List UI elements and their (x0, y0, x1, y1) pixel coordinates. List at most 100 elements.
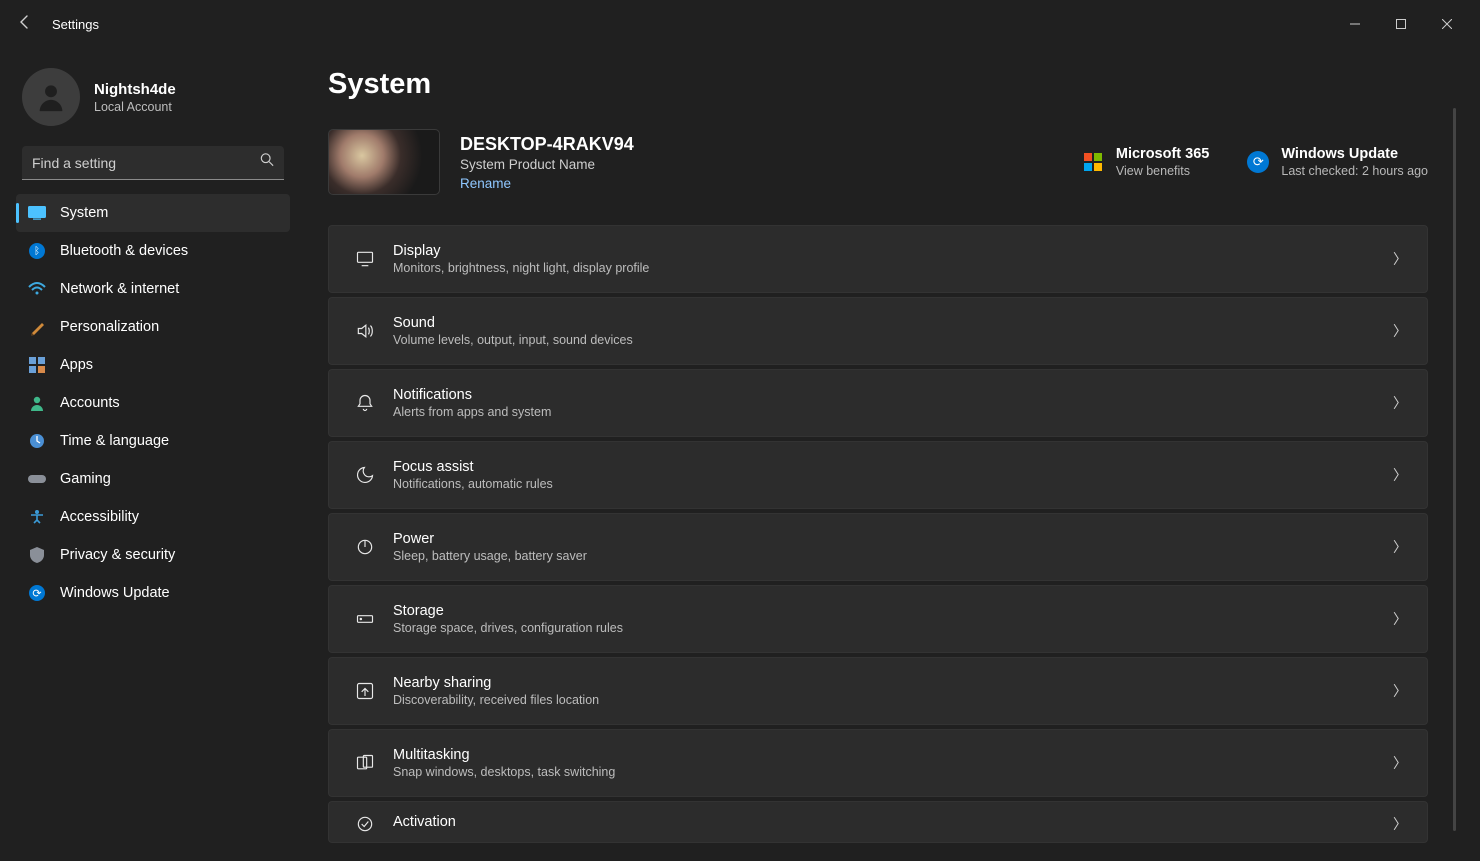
search-input[interactable] (22, 146, 284, 180)
card-title: Notifications (393, 387, 1393, 403)
network-icon (28, 280, 46, 298)
nav-label: Personalization (60, 319, 159, 335)
nav-label: Windows Update (60, 585, 170, 601)
window-close-button[interactable] (1424, 8, 1470, 40)
activation-icon (347, 814, 383, 834)
card-sub: Discoverability, received files location (393, 693, 1393, 707)
card-display[interactable]: Display Monitors, brightness, night light… (328, 225, 1428, 293)
user-profile[interactable]: Nightsh4de Local Account (16, 64, 290, 146)
card-sub: Notifications, automatic rules (393, 477, 1393, 491)
chevron-right-icon: 〉 (1393, 465, 1407, 485)
card-title: Storage (393, 603, 1393, 619)
nav-item-apps[interactable]: Apps (16, 346, 290, 384)
chevron-right-icon: 〉 (1393, 249, 1407, 269)
chevron-right-icon: 〉 (1393, 537, 1407, 557)
card-title: Sound (393, 315, 1393, 331)
card-title: Nearby sharing (393, 675, 1393, 691)
bluetooth-icon: ᛒ (28, 242, 46, 260)
apps-icon (28, 356, 46, 374)
card-sound[interactable]: SoundVolume levels, output, input, sound… (328, 297, 1428, 365)
windows-update-circle-icon: ⟳ (1247, 151, 1269, 173)
microsoft-365-link[interactable]: Microsoft 365 View benefits (1082, 146, 1209, 178)
card-title: Display (393, 243, 1393, 259)
scrollbar[interactable] (1453, 108, 1456, 831)
device-name: DESKTOP-4RAKV94 (460, 134, 634, 155)
page-title: System (328, 68, 1428, 101)
microsoft-365-icon (1082, 151, 1104, 173)
app-title: Settings (52, 17, 99, 32)
card-title: Activation (393, 814, 1393, 830)
titlebar: Settings (0, 0, 1480, 48)
card-title: Power (393, 531, 1393, 547)
card-notifications[interactable]: NotificationsAlerts from apps and system… (328, 369, 1428, 437)
card-title: Multitasking (393, 747, 1393, 763)
nav-label: Apps (60, 357, 93, 373)
notifications-icon (347, 393, 383, 413)
user-name: Nightsh4de (94, 81, 176, 98)
card-sub: Monitors, brightness, night light, displ… (393, 261, 1393, 275)
system-icon (28, 204, 46, 222)
search-icon (260, 153, 274, 172)
card-sub: Storage space, drives, configuration rul… (393, 621, 1393, 635)
windows-update-sub: Last checked: 2 hours ago (1281, 164, 1428, 178)
storage-icon (347, 609, 383, 629)
card-nearby-sharing[interactable]: Nearby sharing Discoverability, received … (328, 657, 1428, 725)
window-minimize-button[interactable] (1332, 8, 1378, 40)
nav-label: Network & internet (60, 281, 179, 297)
m365-sub: View benefits (1116, 164, 1209, 178)
multitasking-icon (347, 753, 383, 773)
device-product-name: System Product Name (460, 157, 634, 172)
nav-label: System (60, 205, 108, 221)
display-icon (347, 249, 383, 269)
focus-assist-icon (347, 465, 383, 485)
chevron-right-icon: 〉 (1393, 393, 1407, 413)
nav-item-windows-update[interactable]: ⟳ Windows Update (16, 574, 290, 612)
nav-item-bluetooth[interactable]: ᛒ Bluetooth & devices (16, 232, 290, 270)
nav-item-personalization[interactable]: Personalization (16, 308, 290, 346)
nav-item-network[interactable]: Network & internet (16, 270, 290, 308)
card-sub: Sleep, battery usage, battery saver (393, 549, 1393, 563)
nearby-sharing-icon (347, 681, 383, 701)
window-maximize-button[interactable] (1378, 8, 1424, 40)
accessibility-icon (28, 508, 46, 526)
windows-update-title: Windows Update (1281, 146, 1428, 162)
chevron-right-icon: 〉 (1393, 753, 1407, 773)
card-sub: Snap windows, desktops, task switching (393, 765, 1393, 779)
nav-label: Accounts (60, 395, 120, 411)
card-power[interactable]: Power Sleep, battery usage, battery saver… (328, 513, 1428, 581)
rename-link[interactable]: Rename (460, 176, 634, 191)
chevron-right-icon: 〉 (1393, 321, 1407, 341)
card-multitasking[interactable]: Multitasking Snap windows, desktops, task… (328, 729, 1428, 797)
search-box[interactable] (22, 146, 284, 180)
gaming-icon (28, 470, 46, 488)
nav-label: Privacy & security (60, 547, 175, 563)
nav-list: System ᛒ Bluetooth & devices Network & i… (16, 194, 290, 612)
card-storage[interactable]: Storage Storage space, drives, configurat… (328, 585, 1428, 653)
card-activation[interactable]: Activation 〉 (328, 801, 1428, 843)
avatar-icon (22, 68, 80, 126)
accounts-icon (28, 394, 46, 412)
card-focus-assist[interactable]: Focus assist Notifications, automatic rul… (328, 441, 1428, 509)
m365-title: Microsoft 365 (1116, 146, 1209, 162)
nav-item-accessibility[interactable]: Accessibility (16, 498, 290, 536)
device-thumbnail[interactable] (328, 129, 440, 195)
nav-item-time-language[interactable]: Time & language (16, 422, 290, 460)
nav-item-system[interactable]: System (16, 194, 290, 232)
main-content: System DESKTOP-4RAKV94 System Product Na… (300, 48, 1480, 861)
personalization-icon (28, 318, 46, 336)
card-title: Focus assist (393, 459, 1393, 475)
back-button[interactable] (10, 14, 40, 35)
nav-item-privacy[interactable]: Privacy & security (16, 536, 290, 574)
windows-update-link[interactable]: ⟳ Windows Update Last checked: 2 hours a… (1247, 146, 1428, 178)
chevron-right-icon: 〉 (1393, 814, 1407, 834)
time-icon (28, 432, 46, 450)
windows-update-icon: ⟳ (28, 584, 46, 602)
device-header: DESKTOP-4RAKV94 System Product Name Rena… (328, 129, 1428, 195)
privacy-icon (28, 546, 46, 564)
chevron-right-icon: 〉 (1393, 681, 1407, 701)
nav-item-accounts[interactable]: Accounts (16, 384, 290, 422)
nav-label: Time & language (60, 433, 169, 449)
nav-item-gaming[interactable]: Gaming (16, 460, 290, 498)
power-icon (347, 537, 383, 557)
nav-label: Gaming (60, 471, 111, 487)
